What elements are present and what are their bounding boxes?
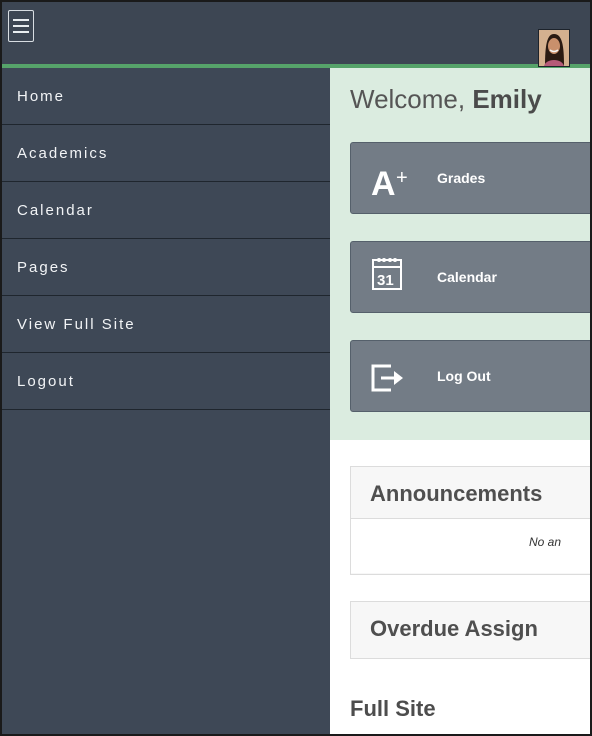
full-site-heading: Full Site	[350, 696, 436, 721]
hamburger-menu-icon[interactable]	[8, 10, 34, 42]
calendar-button[interactable]: 31 Calendar	[350, 241, 590, 313]
calendar-31-icon: 31	[371, 255, 403, 298]
sidebar: Home Academics Calendar Pages View Full …	[2, 68, 330, 734]
user-name: Emily	[472, 84, 542, 114]
overdue-assignments-title: Overdue Assign	[370, 616, 538, 641]
svg-text:31: 31	[377, 272, 394, 289]
announcements-body: No an	[351, 518, 590, 573]
welcome-heading: Welcome, Emily	[350, 84, 542, 114]
svg-text:A: A	[371, 165, 396, 199]
sidebar-item-academics[interactable]: Academics	[2, 125, 330, 182]
avatar[interactable]	[538, 29, 570, 67]
announcements-title: Announcements	[370, 481, 543, 506]
sidebar-item-calendar[interactable]: Calendar	[2, 182, 330, 239]
log-out-button[interactable]: Log Out	[350, 340, 590, 412]
app-frame: Home Academics Calendar Pages View Full …	[0, 0, 592, 736]
sidebar-item-logout[interactable]: Logout	[2, 353, 330, 410]
overdue-assignments-section: Overdue Assign	[350, 601, 590, 659]
svg-text:+: +	[396, 167, 408, 189]
grades-a-plus-icon: A +	[371, 159, 413, 204]
logout-icon	[371, 363, 405, 398]
sidebar-item-pages[interactable]: Pages	[2, 239, 330, 296]
grades-button[interactable]: A + Grades	[350, 142, 590, 214]
sidebar-item-view-full-site[interactable]: View Full Site	[2, 296, 330, 353]
main-content: Welcome, Emily A + Grades 31 Calendar Lo…	[330, 68, 590, 734]
welcome-panel: Welcome, Emily A + Grades 31 Calendar Lo…	[330, 68, 590, 440]
top-bar	[2, 2, 590, 68]
sidebar-item-home[interactable]: Home	[2, 68, 330, 125]
announcements-section: Announcements No an	[350, 466, 590, 575]
